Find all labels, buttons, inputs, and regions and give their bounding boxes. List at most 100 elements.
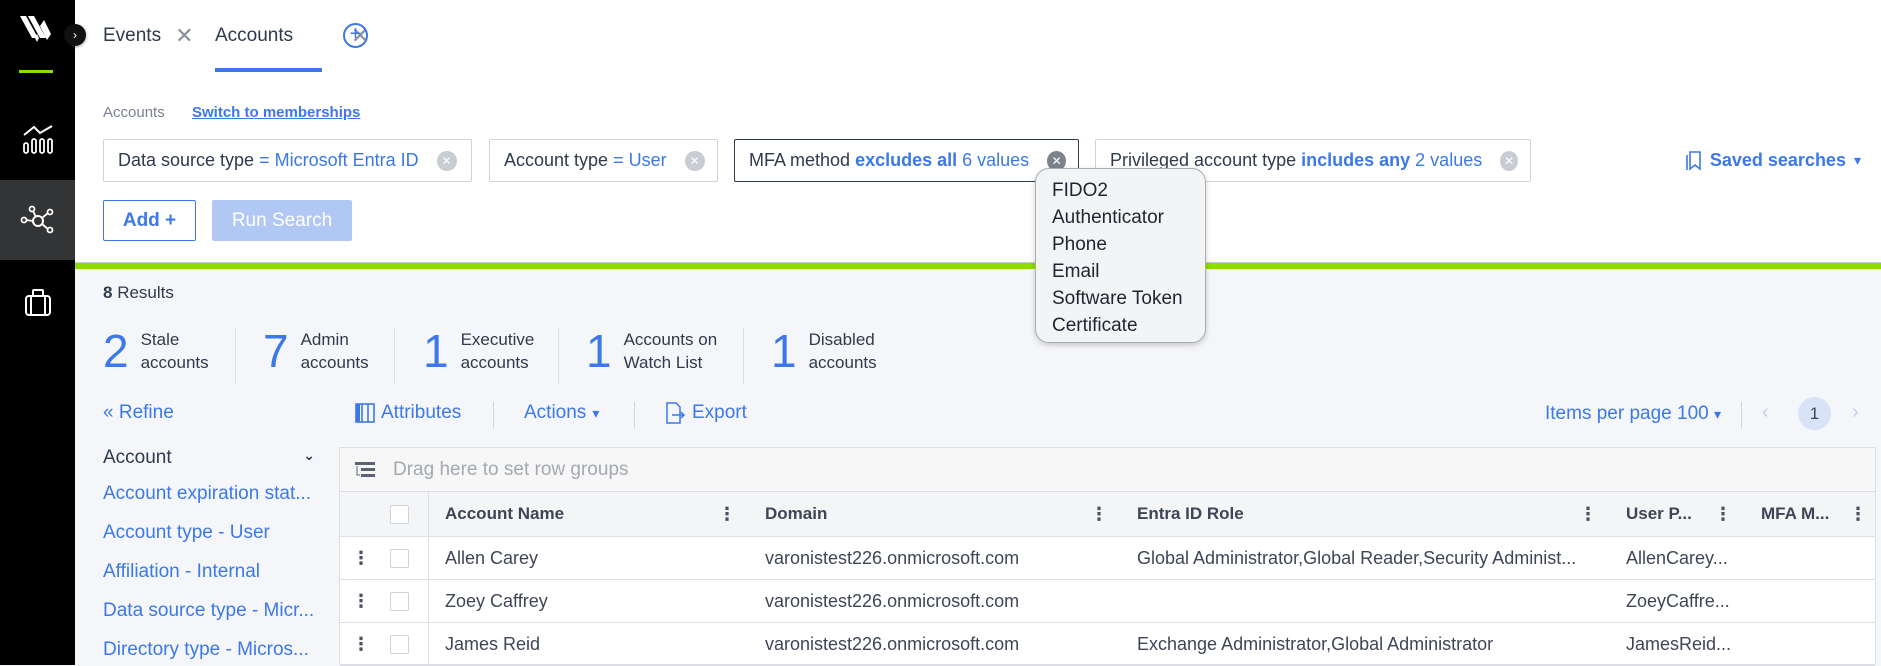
cell-user-principal: AllenCarey... [1626,547,1728,568]
grid-header-row: Account Name ⋮ Domain ⋮ Entra ID Role ⋮ … [340,492,1875,537]
next-page-button[interactable]: › [1852,401,1859,424]
divider [394,328,395,384]
cell-account-name[interactable]: Allen Carey [445,537,538,579]
row-checkbox[interactable] [390,548,409,568]
popover-value: Phone [1052,234,1107,255]
clear-filter-icon[interactable]: ✕ [1500,150,1518,171]
filter-operator: includes any 2 values [1301,150,1483,170]
popover-value: FIDO2 [1052,180,1108,201]
tab-label: Accounts [215,25,294,46]
sidebar-item-data-search[interactable] [0,180,75,260]
accounts-grid: Drag here to set row groups Account Name… [339,447,1876,666]
row-checkbox[interactable] [390,634,409,654]
run-search-button[interactable]: Run Search [212,200,352,241]
switch-to-memberships-link[interactable]: Switch to memberships [192,104,360,121]
table-row[interactable]: ⋮ Allen Carey varonistest226.onmicrosoft… [340,537,1875,580]
export-button[interactable]: Export [664,402,747,424]
results-count: 8 Results [103,283,174,302]
facet-item[interactable]: Account type - User [103,522,270,544]
saved-searches-dropdown[interactable]: Saved searches ▾ [1686,150,1861,171]
cell-domain: varonistest226.onmicrosoft.com [765,633,1020,654]
close-icon[interactable]: ✕ [175,23,193,49]
chevron-down-icon: ▾ [1853,152,1861,168]
select-all-checkbox[interactable] [390,504,409,524]
facet-item[interactable]: Account expiration stat... [103,483,311,505]
actions-dropdown[interactable]: Actions ▾ [524,402,599,424]
export-icon [666,402,686,424]
tab-bar: Events ✕ Accounts ✕ + [75,0,1881,72]
column-menu-icon[interactable]: ⋮ [1714,492,1732,536]
briefcase-icon [24,289,51,316]
column-menu-icon[interactable]: ⋮ [1090,492,1108,536]
add-filter-button[interactable]: Add + [103,200,196,241]
columns-icon [355,403,375,423]
cell-account-name[interactable]: James Reid [445,623,540,665]
chevron-right-icon: › [73,28,77,42]
cell-entra-id-role: Exchange Administrator,Global Administra… [1137,633,1494,654]
column-menu-icon[interactable]: ⋮ [718,492,736,536]
sidebar-item-toolbox[interactable] [0,262,75,342]
divider [493,402,494,428]
filter-chip-account-type[interactable]: Account type = User ✕ [489,139,718,182]
bookmark-icon [1686,150,1701,171]
tab-events[interactable]: Events ✕ [103,0,194,72]
stat-executive-accounts[interactable]: 1 Executive accounts [423,322,534,380]
add-tab-button[interactable]: + [343,23,368,48]
varonis-logo-icon[interactable] [18,14,54,44]
tab-accounts[interactable]: Accounts ✕ [215,0,369,72]
column-header-mfa-method[interactable]: MFA M... [1761,492,1829,536]
facet-item[interactable]: Data source type - Micr... [103,600,314,622]
facet-group-account[interactable]: Account ⌄ [103,447,315,469]
column-menu-icon[interactable]: ⋮ [1849,492,1867,536]
row-menu-icon[interactable]: ⋮ [352,623,370,665]
sidebar-item-dashboards[interactable] [0,100,75,180]
home-indicator [19,70,53,73]
filter-chip-mfa-method[interactable]: MFA method excludes all 6 values ✕ [734,139,1079,182]
attributes-button[interactable]: Attributes [355,402,461,424]
column-header-account-name[interactable]: Account Name [445,492,564,536]
expand-sidebar-button[interactable]: › [64,24,86,46]
chevron-down-icon: ▾ [1714,406,1722,422]
divider [1741,402,1742,428]
popover-value: Email [1052,261,1100,282]
clear-filter-icon[interactable]: ✕ [684,150,705,171]
tab-label: Events [103,25,162,46]
row-menu-icon[interactable]: ⋮ [352,537,370,579]
clear-filter-icon[interactable]: ✕ [436,150,457,171]
facet-item[interactable]: Affiliation - Internal [103,561,260,583]
column-header-domain[interactable]: Domain [765,492,827,536]
search-panel: Accounts Switch to memberships Data sour… [75,72,1881,262]
filter-operator: = User [613,150,667,170]
row-groups-dropzone[interactable]: Drag here to set row groups [340,448,1875,492]
mfa-values-popover: FIDO2 Authenticator Phone Email Software… [1035,168,1206,343]
table-row[interactable]: ⋮ James Reid varonistest226.onmicrosoft.… [340,623,1875,666]
previous-page-button[interactable]: ‹ [1762,401,1769,424]
filter-chip-data-source-type[interactable]: Data source type = Microsoft Entra ID ✕ [103,139,472,182]
nav-sidebar [0,0,75,665]
cell-account-name[interactable]: Zoey Caffrey [445,580,548,622]
stat-disabled-accounts[interactable]: 1 Disabled accounts [771,322,877,380]
plus-icon: + [349,23,362,45]
network-nodes-icon [20,205,53,234]
facet-item[interactable]: Directory type - Micros... [103,639,309,661]
divider [634,402,635,428]
table-row[interactable]: ⋮ Zoey Caffrey varonistest226.onmicrosof… [340,580,1875,623]
popover-value: Software Token [1052,288,1183,309]
stat-stale-accounts[interactable]: 2 Stale accounts [103,322,209,380]
row-checkbox[interactable] [390,591,409,611]
divider [428,492,429,536]
column-header-user-principal[interactable]: User P... [1626,492,1692,536]
current-page-button[interactable]: 1 [1798,397,1831,430]
column-header-entra-id-role[interactable]: Entra ID Role [1137,492,1244,536]
cell-domain: varonistest226.onmicrosoft.com [765,590,1020,611]
column-menu-icon[interactable]: ⋮ [1579,492,1597,536]
refine-toggle[interactable]: « Refine [103,402,174,424]
stat-admin-accounts[interactable]: 7 Admin accounts [263,322,369,380]
row-groups-icon [355,461,375,477]
row-menu-icon[interactable]: ⋮ [352,580,370,622]
cell-user-principal: JamesReid... [1626,633,1732,654]
stat-watch-list-accounts[interactable]: 1 Accounts on Watch List [586,322,717,380]
entity-label: Accounts [103,104,165,121]
double-chevron-left-icon: « [103,402,114,423]
items-per-page-dropdown[interactable]: Items per page 100 ▾ [1545,403,1721,425]
